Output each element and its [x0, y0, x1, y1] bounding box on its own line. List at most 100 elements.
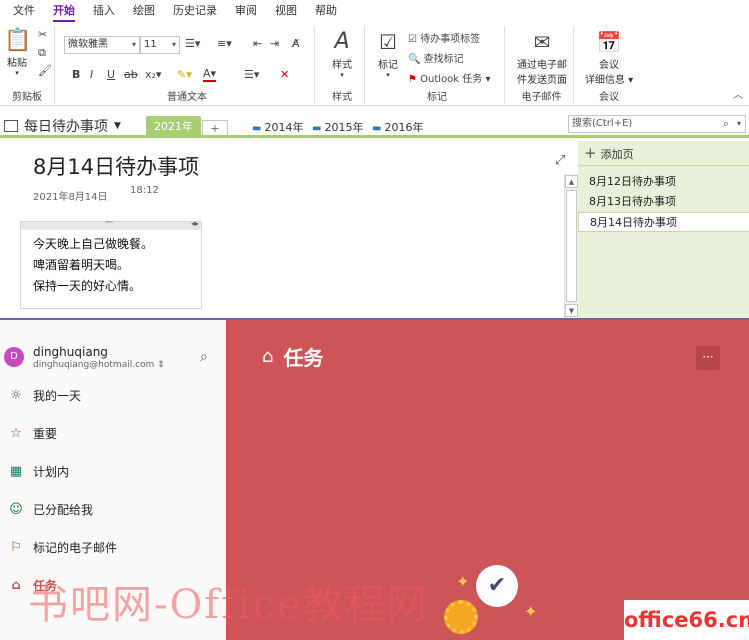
strikethrough-icon[interactable]: ab	[124, 68, 138, 81]
section-icon: ▬	[252, 123, 262, 134]
format-painter-icon[interactable]: 🖌	[38, 64, 52, 77]
align-icon[interactable]: ☰▾	[244, 68, 259, 81]
menu-insert[interactable]: 插入	[84, 0, 124, 22]
meeting-details-button[interactable]: 📅 会议 详细信息 ▾	[581, 28, 637, 86]
nav-important[interactable]: ☆ 重要	[0, 418, 226, 448]
find-tags-button[interactable]: 🔍 查找标记	[408, 50, 464, 65]
avatar[interactable]: D	[4, 347, 24, 367]
section-tab-2015[interactable]: ▬ 2015年	[304, 118, 371, 138]
page-list-item[interactable]: 8月13日待办事项	[578, 192, 749, 212]
cut-icon[interactable]: ✂	[38, 28, 47, 41]
todo-tag-button[interactable]: ☑ 待办事项标签	[408, 30, 480, 45]
chevron-down-icon: ▼	[114, 121, 121, 131]
calendar-icon: 📅	[596, 30, 622, 54]
ribbon: 📋 粘贴 ▾ ✂ ⧉ 🖌 剪贴板 微软雅黑 ▾ 11 ▾ ☰▾ ≡▾ ⇤ ⇥ A̸ …	[0, 22, 749, 106]
page-canvas[interactable]: 8月14日待办事项 2021年8月14日 18:12 ⤢ ···· ◂▸ 今天晚…	[0, 141, 565, 318]
chevron-updown-icon: ⇕	[157, 360, 165, 370]
menu-bar: 文件 开始 插入 绘图 历史记录 审阅 视图 帮助	[0, 0, 749, 22]
clear-format-icon[interactable]: A̸	[292, 37, 300, 50]
nav-assigned[interactable]: ☺ 已分配给我	[0, 494, 226, 524]
subscript-icon[interactable]: x₂▾	[145, 68, 161, 81]
check-icon: ✔	[476, 565, 518, 607]
nav-my-day[interactable]: ☼ 我的一天	[0, 380, 226, 410]
menu-history[interactable]: 历史记录	[164, 0, 226, 22]
copy-icon[interactable]: ⧉	[38, 46, 46, 60]
sparkle-icon: ✦	[524, 602, 538, 621]
search-input[interactable]: 搜索(Ctrl+E) ⌕ ▾	[568, 115, 746, 133]
find-tags-icon: 🔍	[408, 54, 421, 65]
scroll-up-icon[interactable]: ▲	[565, 175, 578, 188]
checkbox-star-icon: ☑	[379, 30, 397, 54]
nav-flagged-email[interactable]: ⚐ 标记的电子邮件	[0, 532, 226, 562]
section-tab-2014[interactable]: ▬ 2014年	[244, 118, 311, 138]
menu-draw[interactable]: 绘图	[124, 0, 164, 22]
expand-icon[interactable]: ⤢	[555, 153, 565, 168]
search-icon[interactable]: ⌕	[723, 116, 729, 132]
note-line[interactable]: 保持一天的好心情。	[21, 276, 201, 297]
font-size-select[interactable]: 11 ▾	[140, 36, 180, 54]
section-tab-2016[interactable]: ▬ 2016年	[364, 118, 431, 138]
clear-icon[interactable]: ✕	[280, 68, 289, 81]
scroll-down-icon[interactable]: ▼	[565, 304, 578, 317]
menu-home[interactable]: 开始	[44, 0, 84, 22]
user-name[interactable]: dinghuqiang	[33, 345, 108, 359]
underline-icon[interactable]: U	[107, 68, 115, 81]
nav-planned[interactable]: ▦ 计划内	[0, 456, 226, 486]
indent-increase-icon[interactable]: ⇥	[270, 37, 279, 50]
section-icon: ▬	[312, 123, 322, 134]
sun-icon: ☼	[10, 387, 22, 403]
group-meetings: 📅 会议 详细信息 ▾ 会议	[579, 26, 639, 104]
italic-icon[interactable]: I	[90, 68, 93, 81]
resize-icon[interactable]: ◂▸	[191, 219, 199, 228]
styles-button[interactable]: A 样式 ▾	[324, 28, 360, 79]
page-scrollbar[interactable]: ▲ ▼	[564, 174, 578, 318]
indent-decrease-icon[interactable]: ⇤	[253, 37, 262, 50]
more-options-button[interactable]: ···	[696, 346, 720, 370]
notebook-icon	[4, 120, 18, 132]
group-clipboard: 📋 粘贴 ▾ ✂ ⧉ 🖌 剪贴板	[0, 26, 55, 104]
outlook-tasks-button[interactable]: ⚑ Outlook 任务 ▾	[408, 70, 490, 85]
tag-button[interactable]: ☑ 标记 ▾	[372, 28, 404, 79]
watermark: 书吧网-Office教程网	[28, 582, 429, 628]
plus-icon: +	[584, 144, 597, 162]
notebook-selector[interactable]: 每日待办事项 ▼	[4, 116, 121, 136]
note-line[interactable]: 啤酒留着明天喝。	[21, 255, 201, 276]
note-line[interactable]: 今天晚上自己做晚餐。	[21, 234, 201, 255]
highlight-icon[interactable]: ✎▾	[177, 68, 192, 81]
add-page-button[interactable]: + 添加页	[584, 144, 634, 162]
checkbox-icon: ☑	[408, 34, 417, 45]
page-list-item[interactable]: 8月12日待办事项	[578, 172, 749, 192]
group-styles: A 样式 ▾ 样式	[320, 26, 365, 104]
page-time: 18:12	[130, 185, 159, 196]
font-color-icon[interactable]: A▾	[203, 68, 217, 82]
note-container[interactable]: ···· ◂▸ 今天晚上自己做晚餐。 啤酒留着明天喝。 保持一天的好心情。	[20, 218, 202, 309]
section-tab-2021[interactable]: 2021年	[146, 116, 201, 138]
chevron-down-icon[interactable]: ▾	[737, 116, 741, 132]
user-email[interactable]: dinghuqiang@hotmail.com ⇕	[33, 360, 165, 370]
collapse-ribbon-icon[interactable]: ︿	[733, 86, 743, 101]
menu-view[interactable]: 视图	[266, 0, 306, 22]
home-icon: ⌂	[11, 577, 21, 593]
email-page-button[interactable]: ✉ 通过电子邮 件发送页面	[512, 28, 572, 86]
search-icon[interactable]: ⌕	[200, 349, 208, 365]
section-icon: ▬	[372, 123, 382, 134]
menu-file[interactable]: 文件	[4, 0, 44, 22]
star-icon: ☆	[10, 425, 22, 441]
bullets-icon[interactable]: ☰▾	[185, 37, 200, 50]
onenote-window: 文件 开始 插入 绘图 历史记录 审阅 视图 帮助 📋 粘贴 ▾ ✂ ⧉ 🖌 剪…	[0, 0, 749, 318]
add-section-button[interactable]: +	[202, 120, 228, 138]
bold-icon[interactable]: B	[72, 68, 80, 81]
page-list-item-active[interactable]: 8月14日待办事项	[578, 212, 749, 232]
paste-button[interactable]: 📋 粘贴 ▾	[4, 28, 31, 77]
menu-review[interactable]: 审阅	[226, 0, 266, 22]
page-title[interactable]: 8月14日待办事项	[33, 151, 199, 181]
numbering-icon[interactable]: ≡▾	[217, 37, 232, 50]
menu-help[interactable]: 帮助	[306, 0, 346, 22]
font-name-select[interactable]: 微软雅黑 ▾	[64, 36, 140, 54]
drag-handle-icon[interactable]: ····	[105, 218, 114, 228]
group-basic-text: 微软雅黑 ▾ 11 ▾ ☰▾ ≡▾ ⇤ ⇥ A̸ B I U ab x₂▾ ✎▾ A…	[60, 26, 315, 104]
note-container-handle[interactable]: ···· ◂▸	[21, 218, 201, 230]
scroll-thumb[interactable]	[566, 190, 577, 302]
styles-icon: A	[334, 29, 350, 54]
sparkle-icon: ✦	[456, 572, 470, 591]
